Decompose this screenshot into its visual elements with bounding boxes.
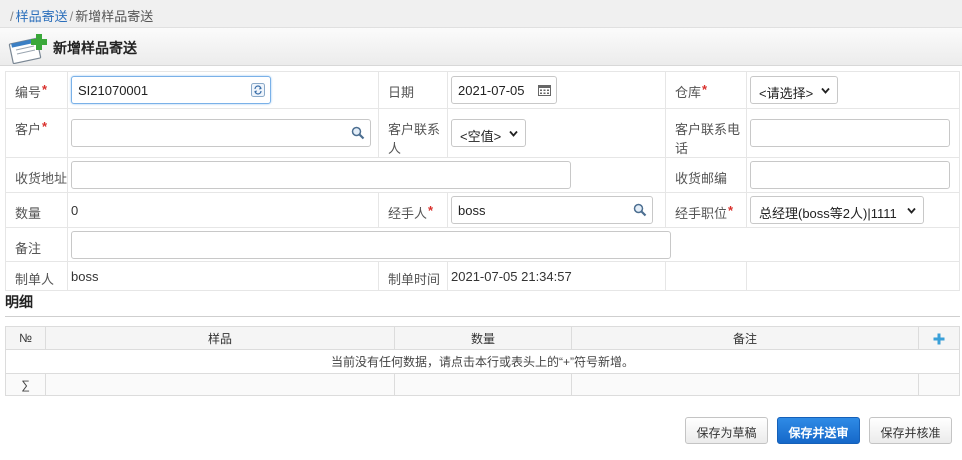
- number-input[interactable]: SI21070001: [71, 76, 271, 104]
- detail-section-title: 明细: [5, 294, 33, 310]
- detail-grid: № 样品 数量 备注 当前没有任何数据，请点击本行或表头上的“+”符号新增。 ∑: [5, 326, 960, 396]
- position-label: 经手职位: [675, 206, 728, 221]
- refresh-number-icon[interactable]: [251, 83, 265, 97]
- sum-symbol: ∑: [5, 373, 46, 396]
- column-header-remark[interactable]: 备注: [571, 326, 919, 350]
- date-label: 日期: [388, 85, 415, 100]
- add-row-button[interactable]: [918, 326, 960, 350]
- date-input[interactable]: 2021-07-05: [451, 76, 557, 104]
- breadcrumb-current: 新增样品寄送: [75, 9, 154, 24]
- quantity-label: 数量: [15, 206, 42, 221]
- required-mark: *: [42, 119, 48, 134]
- required-mark: *: [702, 82, 708, 97]
- empty-row[interactable]: 当前没有任何数据，请点击本行或表头上的“+”符号新增。: [5, 349, 960, 374]
- contact-phone-label: 客户联系电话: [675, 122, 741, 156]
- warehouse-select[interactable]: <请选择>: [750, 76, 838, 104]
- summary-row: ∑: [5, 373, 960, 396]
- customer-input[interactable]: [71, 119, 371, 147]
- quantity-value: 0: [71, 202, 79, 218]
- created-time-value: 2021-07-05 21:34:57: [451, 268, 572, 284]
- divider: [5, 316, 960, 317]
- creator-label: 制单人: [15, 272, 55, 287]
- position-select[interactable]: 总经理(boss等2人)|1111: [750, 196, 924, 224]
- column-header-qty[interactable]: 数量: [394, 326, 572, 350]
- contact-phone-input[interactable]: [750, 119, 950, 147]
- handler-input[interactable]: boss: [451, 196, 653, 224]
- breadcrumb-root-link[interactable]: 样品寄送: [16, 9, 68, 24]
- save-draft-button[interactable]: 保存为草稿: [685, 417, 768, 444]
- address-label: 收货地址: [15, 171, 68, 186]
- required-mark: *: [42, 82, 48, 97]
- customer-label: 客户: [15, 122, 42, 137]
- contact-label: 客户联系人: [388, 122, 441, 156]
- number-label: 编号: [15, 85, 42, 100]
- chevron-down-icon: [907, 207, 916, 214]
- handler-label: 经手人: [388, 206, 428, 221]
- warehouse-label: 仓库: [675, 85, 702, 100]
- plus-icon: [933, 333, 945, 345]
- zipcode-label: 收货邮编: [675, 171, 728, 186]
- creator-value: boss: [71, 268, 99, 284]
- remark-label: 备注: [15, 241, 42, 256]
- page-title: 新增样品寄送: [53, 40, 137, 56]
- save-submit-button[interactable]: 保存并送审: [777, 417, 860, 444]
- sample-shipment-form: 编号* SI21070001 日期 2021-07-05 仓库* <请选择> 客…: [5, 71, 960, 291]
- empty-message[interactable]: 当前没有任何数据，请点击本行或表头上的“+”符号新增。: [5, 349, 960, 374]
- add-document-icon: [8, 34, 47, 64]
- chevron-down-icon: [509, 130, 518, 137]
- search-icon[interactable]: [351, 126, 365, 140]
- required-mark: *: [428, 203, 434, 218]
- address-input[interactable]: [71, 161, 571, 189]
- save-approve-button[interactable]: 保存并核准: [869, 417, 952, 444]
- column-header-no: №: [5, 326, 46, 350]
- page-header: 新增样品寄送: [0, 28, 962, 66]
- remark-input[interactable]: [71, 230, 671, 259]
- zipcode-input[interactable]: [750, 161, 950, 189]
- contact-select[interactable]: <空值>: [451, 119, 526, 147]
- calendar-icon[interactable]: [538, 84, 551, 96]
- column-header-sample[interactable]: 样品: [45, 326, 395, 350]
- created-time-label: 制单时间: [388, 272, 441, 287]
- required-mark: *: [728, 203, 734, 218]
- breadcrumb: / 样品寄送 / 新增样品寄送: [0, 0, 962, 28]
- chevron-down-icon: [821, 87, 830, 94]
- search-icon[interactable]: [633, 203, 647, 217]
